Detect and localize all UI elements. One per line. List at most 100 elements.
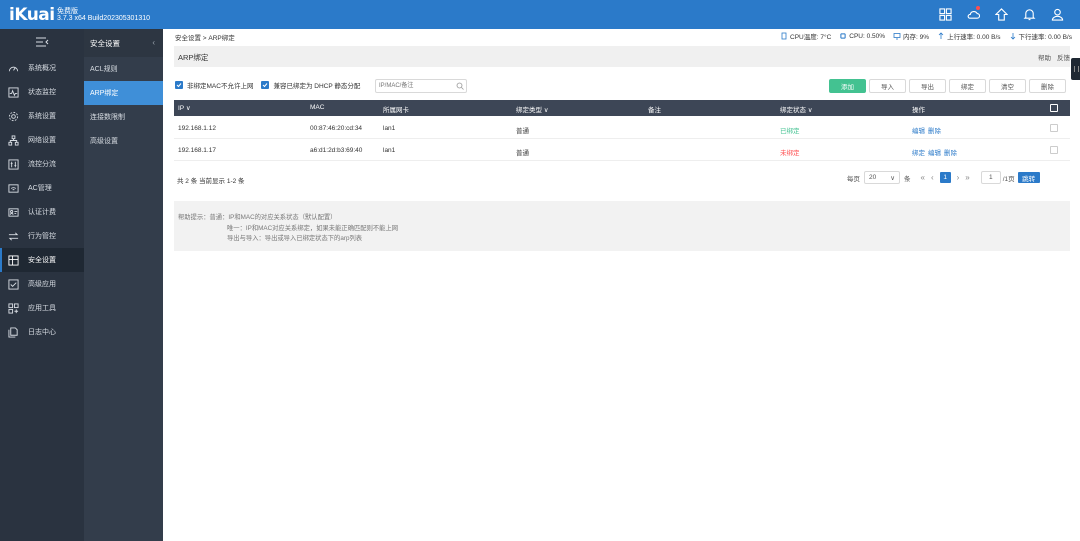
menu-collapse-icon[interactable] [35, 37, 49, 47]
sidebar-item-label: 认证计费 [28, 209, 56, 216]
search-input[interactable] [375, 79, 467, 93]
wifi-icon [8, 183, 19, 194]
help-link[interactable]: 帮助 [1038, 52, 1051, 62]
user-icon[interactable] [1050, 7, 1064, 21]
submenu-item-arp[interactable]: ARP绑定 [84, 81, 163, 105]
column-header-ip[interactable]: IP ∨ [178, 104, 191, 112]
sidebar-item-advanced[interactable]: 高级应用 [0, 272, 84, 296]
upload-rate: 上行速率: 0.00 B/s [947, 34, 1001, 41]
page-jump-input[interactable]: 1 [980, 171, 1001, 184]
breadcrumb: 安全设置 > ARP绑定 [175, 35, 235, 42]
add-button[interactable]: 添加 [829, 79, 866, 93]
cell-ip: 192.168.1.17 [178, 147, 216, 154]
last-page-icon[interactable]: » [965, 173, 969, 182]
help-line-3: 导出与导入：导出或导入已绑定状态下的arp列表 [227, 235, 363, 242]
export-button[interactable]: 导出 [909, 79, 946, 93]
sidebar-item-label: 应用工具 [28, 305, 56, 312]
monitor-icon [8, 86, 19, 98]
sidebar-item-overview[interactable]: 系统概况 [0, 56, 84, 80]
upgrade-icon[interactable] [994, 7, 1008, 21]
sub-sidebar: 安全设置 ‹ ACL规则 ARP绑定 连接数限制 高级设置 [84, 29, 163, 541]
sidebar-item-label: 系统概况 [28, 65, 56, 72]
memory-usage: 内存: 9% [903, 34, 930, 41]
clear-button[interactable]: 清空 [989, 79, 1026, 93]
sidebar-item-ac[interactable]: AC管理 [0, 176, 84, 200]
feedback-link[interactable]: 反馈 [1057, 52, 1070, 62]
column-header-state[interactable]: 绑定状态 ∨ [780, 104, 813, 114]
edit-link[interactable]: 编辑 [912, 128, 925, 135]
submenu-item-conn-limit[interactable]: 连接数限制 [84, 105, 163, 129]
cloud-icon[interactable] [966, 6, 980, 21]
sidebar-item-label: 状态监控 [28, 89, 56, 96]
auth-icon [8, 207, 19, 218]
sidebar-item-label: 安全设置 [28, 257, 56, 264]
thermometer-icon [781, 32, 787, 40]
cell-type: 普通 [516, 150, 529, 157]
delete-button[interactable]: 删除 [1029, 79, 1066, 93]
sidebar-item-label: AC管理 [28, 185, 52, 192]
column-header-op: 操作 [912, 107, 925, 114]
sidebar-item-network[interactable]: 网络设置 [0, 128, 84, 152]
page-header: ARP绑定 帮助 反馈 [174, 46, 1070, 67]
table-header: IP ∨ MAC 所属网卡 绑定类型 ∨ 备注 绑定状态 ∨ 操作 [174, 100, 1070, 116]
sidebar-item-flow[interactable]: 流控分流 [0, 152, 84, 176]
sidebar-item-auth[interactable]: 认证计费 [0, 200, 84, 224]
chevron-left-icon[interactable]: ‹ [152, 38, 155, 47]
help-line-2: 唯一：IP和MAC对应关系绑定，如果未能正确匹配则不能上网 [227, 225, 399, 232]
column-header-type[interactable]: 绑定类型 ∨ [516, 104, 549, 114]
cell-nic: lan1 [383, 147, 396, 154]
jump-button[interactable]: 跳转 [1017, 172, 1040, 183]
row-checkbox[interactable] [1050, 146, 1058, 154]
next-page-icon[interactable]: › [957, 173, 960, 182]
sidebar-item-monitor[interactable]: 状态监控 [0, 80, 84, 104]
sidebar-item-log[interactable]: 日志中心 [0, 320, 84, 344]
submenu-item-acl[interactable]: ACL规则 [84, 57, 163, 81]
sidebar-item-behavior[interactable]: 行为管控 [0, 224, 84, 248]
submenu-item-advanced[interactable]: 高级设置 [84, 129, 163, 153]
cell-mac: 00:87:46:20:cd:34 [310, 125, 363, 132]
sidebar-item-security[interactable]: 安全设置 [0, 248, 84, 272]
no-unbound-mac-checkbox[interactable] [175, 81, 183, 89]
delete-link[interactable]: 删除 [928, 128, 941, 135]
logo: iKuai [9, 5, 55, 25]
current-page[interactable]: 1 [939, 172, 951, 183]
sidebar-item-label: 系统设置 [28, 113, 56, 120]
dashboard-icon [8, 63, 19, 74]
table-row: 192.168.1.12 00:87:46:20:cd:34 lan1 普通 已… [174, 117, 1070, 139]
gear-icon [8, 111, 19, 122]
prev-page-icon[interactable]: ‹ [931, 173, 934, 182]
sidebar-item-tools[interactable]: 应用工具 [0, 296, 84, 320]
bell-icon[interactable] [1022, 7, 1036, 21]
column-header-mac: MAC [310, 104, 325, 111]
per-page-select[interactable]: 20 ∨ [864, 171, 900, 184]
edit-link[interactable]: 编辑 [928, 150, 941, 157]
sidebar-item-system-settings[interactable]: 系统设置 [0, 104, 84, 128]
sidebar-item-label: 高级应用 [28, 281, 56, 288]
download-rate: 下行速率: 0.00 B/s [1018, 34, 1072, 41]
delete-link[interactable]: 删除 [944, 150, 957, 157]
cpu-temp: CPU温度: 7°C [790, 34, 832, 41]
version-label: 3.7.3 x64 Build202305301310 [57, 15, 151, 22]
sidebar-item-label: 日志中心 [28, 329, 56, 336]
search-icon[interactable] [456, 82, 464, 90]
row-checkbox[interactable] [1050, 124, 1058, 132]
side-drawer-handle[interactable] [1071, 58, 1080, 80]
bind-link[interactable]: 绑定 [912, 150, 925, 157]
cell-state: 未绑定 [780, 150, 800, 157]
bind-button[interactable]: 绑定 [949, 79, 986, 93]
first-page-icon[interactable]: « [921, 173, 925, 182]
apps-icon[interactable] [938, 7, 952, 21]
sidebar-item-label: 行为管控 [28, 233, 56, 240]
table-row: 192.168.1.17 a6:d1:2d:b3:69:40 lan1 普通 未… [174, 139, 1070, 161]
total-pages: /1页 [1002, 175, 1015, 183]
dhcp-compat-label: 兼容已绑定为 DHCP 静态分配 [273, 83, 361, 90]
chevron-down-icon: ∨ [890, 174, 895, 182]
record-summary: 共 2 条 当前显示 1-2 条 [177, 178, 245, 185]
tools-icon [8, 302, 19, 314]
flow-icon [8, 158, 19, 170]
cpu-usage: CPU: 0.50% [849, 32, 886, 40]
select-all-checkbox[interactable] [1050, 104, 1058, 112]
dhcp-compat-checkbox[interactable] [261, 81, 270, 89]
import-button[interactable]: 导入 [869, 79, 906, 93]
cell-nic: lan1 [383, 125, 396, 132]
